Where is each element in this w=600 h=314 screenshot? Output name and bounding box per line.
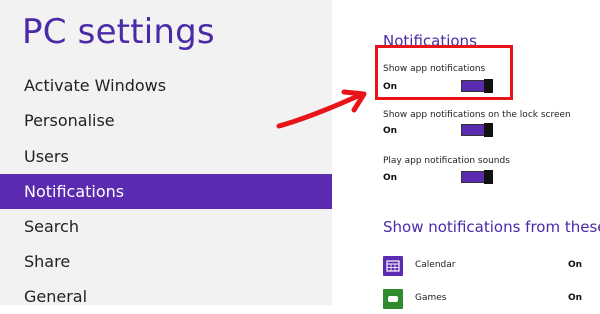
- notification-sounds-state: On: [383, 173, 398, 183]
- lock-screen-notifications-label: Show app notifications on the lock scree…: [383, 110, 571, 120]
- games-icon: [383, 289, 403, 309]
- sidebar-item-users[interactable]: Users: [0, 139, 332, 174]
- page-title: PC settings: [22, 12, 215, 52]
- app-name-games: Games: [415, 293, 447, 303]
- notification-sounds-toggle[interactable]: [461, 170, 493, 184]
- app-state-games[interactable]: On: [568, 293, 582, 303]
- sidebar-item-share[interactable]: Share: [0, 244, 332, 279]
- calendar-icon: [383, 256, 403, 276]
- app-name-calendar: Calendar: [415, 260, 456, 270]
- toggle-knob: [484, 170, 493, 184]
- app-state-calendar[interactable]: On: [568, 260, 582, 270]
- notification-sounds-label: Play app notification sounds: [383, 156, 510, 166]
- sidebar-item-general[interactable]: General: [0, 279, 332, 314]
- lock-screen-notifications-state: On: [383, 126, 398, 136]
- annotation-arrow: [276, 89, 367, 129]
- sidebar-item-search[interactable]: Search: [0, 209, 332, 244]
- lock-screen-notifications-toggle[interactable]: [461, 123, 493, 137]
- apps-section-title: Show notifications from these: [383, 218, 600, 236]
- annotation-highlight-box: [375, 45, 513, 100]
- sidebar-item-notifications[interactable]: Notifications: [0, 174, 332, 209]
- toggle-knob: [484, 123, 493, 137]
- left-pane: PC settings Activate Windows Personalise…: [0, 0, 332, 306]
